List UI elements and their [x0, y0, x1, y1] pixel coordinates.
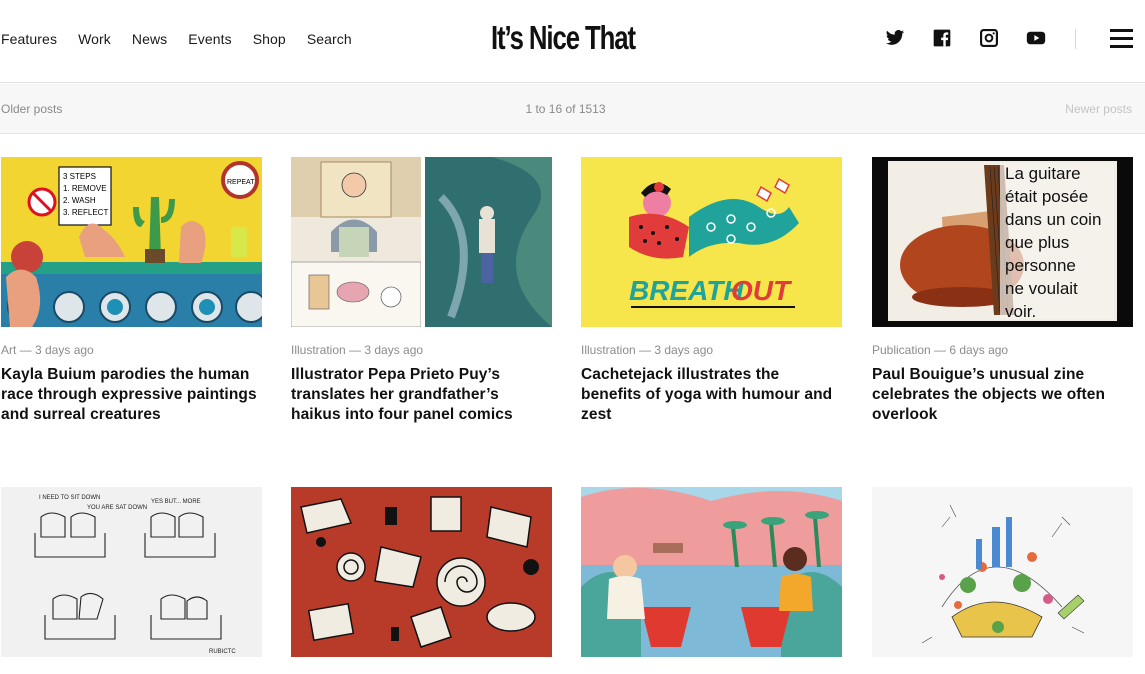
- comic-text: RUBICTC: [209, 649, 236, 655]
- zine-text: était posée: [1005, 187, 1088, 206]
- article-card[interactable]: I NEED TO SIT DOWN YOU ARE SAT DOWN YES …: [1, 487, 262, 657]
- article-thumbnail[interactable]: La guitare était posée dans un coin que …: [872, 157, 1133, 327]
- article-card[interactable]: 3 STEPS 1. REMOVE 2. WASH 3. REFLECT REP…: [1, 157, 262, 425]
- header-divider: [1075, 29, 1076, 49]
- zine-text: dans un coin: [1005, 210, 1101, 229]
- article-title[interactable]: Paul Bouigue’s unusual zine celebrates t…: [872, 365, 1133, 425]
- comic-text: YES BUT... MORE: [151, 499, 201, 505]
- article-title[interactable]: Illustrator Pepa Prieto Puy’s translates…: [291, 365, 552, 425]
- article-card[interactable]: La guitare était posée dans un coin que …: [872, 157, 1133, 425]
- instagram-icon[interactable]: [979, 28, 999, 48]
- sign-text: REPEAT: [227, 179, 255, 186]
- post-count: 1 to 16 of 1513: [525, 102, 606, 116]
- article-card[interactable]: Illustration — 3 days ago Illustrator Pe…: [291, 157, 552, 425]
- comic-text: YOU ARE SAT DOWN: [87, 505, 147, 511]
- article-meta: Illustration — 3 days ago: [291, 343, 424, 357]
- article-thumbnail[interactable]: [291, 487, 552, 657]
- sign-text: 3 STEPS: [63, 172, 96, 181]
- article-thumbnail[interactable]: [872, 487, 1133, 657]
- article-meta: Art — 3 days ago: [1, 343, 94, 357]
- article-meta: Illustration — 3 days ago: [581, 343, 714, 357]
- article-card[interactable]: [291, 487, 552, 657]
- article-thumbnail[interactable]: [291, 157, 552, 327]
- twitter-icon[interactable]: [885, 28, 905, 48]
- article-title[interactable]: Cachetejack illustrates the benefits of …: [581, 365, 842, 425]
- article-title[interactable]: Kayla Buium parodies the human race thro…: [1, 365, 262, 425]
- zine-text: ne voulait: [1005, 279, 1078, 298]
- comic-text: I NEED TO SIT DOWN: [39, 495, 100, 501]
- article-thumbnail[interactable]: BREATH OUT: [581, 157, 842, 327]
- zine-text: La guitare: [1005, 164, 1081, 183]
- image-text-breath: BREATH: [629, 275, 744, 306]
- sign-text: 2. WASH: [63, 196, 96, 205]
- zine-text: voir.: [1005, 302, 1036, 321]
- site-header: Features Work News Events Shop Search It…: [0, 0, 1145, 83]
- social-links: [0, 28, 1145, 52]
- article-thumbnail[interactable]: 3 STEPS 1. REMOVE 2. WASH 3. REFLECT REP…: [1, 157, 262, 327]
- article-thumbnail[interactable]: [581, 487, 842, 657]
- article-card[interactable]: BREATH OUT Illustration — 3 days ago Cac…: [581, 157, 842, 425]
- article-thumbnail[interactable]: I NEED TO SIT DOWN YOU ARE SAT DOWN YES …: [1, 487, 262, 657]
- facebook-icon[interactable]: [932, 28, 952, 48]
- youtube-icon[interactable]: [1026, 28, 1046, 48]
- article-meta: Publication — 6 days ago: [872, 343, 1009, 357]
- article-card[interactable]: [872, 487, 1133, 657]
- menu-icon[interactable]: [1110, 29, 1133, 48]
- sign-text: 1. REMOVE: [63, 184, 107, 193]
- sign-text: 3. REFLECT: [63, 208, 108, 217]
- zine-text: personne: [1005, 256, 1076, 275]
- newer-posts-link: Newer posts: [1065, 102, 1132, 116]
- zine-text: que plus: [1005, 233, 1069, 252]
- image-text-out: OUT: [731, 275, 793, 306]
- article-card[interactable]: [581, 487, 842, 657]
- pagination-bar: Older posts 1 to 16 of 1513 Newer posts: [0, 84, 1145, 134]
